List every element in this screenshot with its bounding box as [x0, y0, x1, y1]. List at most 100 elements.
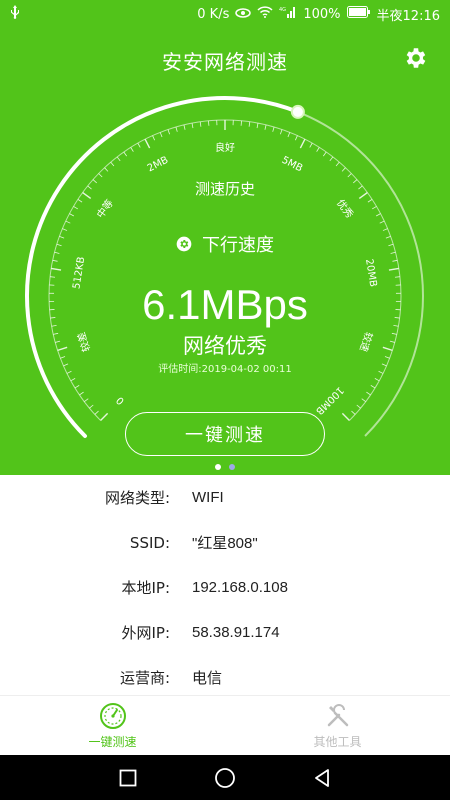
info-row-ssid: SSID: "红星808"	[0, 520, 450, 565]
gauge-tick	[50, 276, 56, 278]
gauge-knob	[290, 104, 305, 119]
page-indicator	[0, 464, 450, 470]
gauge-tick	[175, 126, 178, 132]
page-dot-active	[215, 464, 221, 470]
gauge-scale-label: 良好	[215, 141, 235, 154]
gauge-scale-label: 2MB	[146, 155, 171, 175]
info-row-public-ip: 外网IP: 58.38.91.174	[0, 610, 450, 655]
info-label: 本地IP:	[121, 579, 170, 597]
gauge-tick	[84, 398, 89, 402]
gauge-tick	[367, 199, 373, 203]
gauge-tick	[79, 391, 84, 396]
gauge-tick	[322, 151, 327, 157]
gauge-tick	[370, 385, 376, 389]
gauge-tick	[335, 161, 340, 167]
gauge-tick	[375, 213, 381, 217]
info-label: 网络类型:	[104, 489, 170, 507]
gauge-tick	[52, 259, 58, 262]
net-speed: 0 K/s	[197, 6, 230, 22]
gauge-tick	[104, 167, 109, 172]
gauge-tick	[299, 138, 306, 149]
info-row-network-type: 网络类型: WIFI	[0, 475, 450, 520]
triangle-back-icon	[314, 768, 329, 787]
gauge-tick	[371, 206, 377, 210]
gauge-scale-label: 优秀	[334, 197, 356, 221]
info-row-local-ip: 本地IP: 192.168.0.108	[0, 565, 450, 610]
gauge-tick	[167, 129, 170, 135]
tab-label: 其他工具	[313, 735, 362, 749]
bottom-tab-bar: 一键测速 其他工具	[0, 695, 450, 755]
wifi-icon	[257, 6, 273, 22]
gauge-inner-ring	[48, 119, 402, 421]
back-button[interactable]	[302, 758, 342, 798]
gauge-tick	[316, 147, 320, 152]
info-label: 运营商:	[119, 669, 170, 687]
gear-icon	[176, 236, 192, 252]
gauge-tick	[77, 199, 83, 203]
gauge-tick	[51, 267, 62, 271]
info-label: SSID:	[129, 533, 170, 552]
system-nav-bar	[0, 755, 450, 800]
gauge-tick	[137, 142, 141, 148]
gauge-tick	[295, 135, 298, 141]
gauge-tick	[191, 123, 194, 129]
gauge-tick	[183, 124, 186, 130]
info-value: 电信	[192, 670, 223, 687]
gauge-tick	[69, 213, 75, 217]
gauge-tick	[309, 142, 313, 148]
info-value: 58.38.91.174	[192, 624, 280, 641]
svg-text:4G: 4G	[279, 7, 286, 13]
speedometer-icon	[99, 703, 126, 729]
page-dot	[229, 464, 235, 470]
battery-percent: 100%	[303, 6, 341, 22]
gauge-progress	[25, 96, 300, 439]
gauge-tick	[356, 404, 361, 409]
info-label: 外网IP:	[121, 624, 170, 642]
gauge-tick	[89, 404, 94, 409]
gauge-tick	[272, 126, 275, 132]
gauge-tick	[374, 378, 380, 382]
tab-other-tools[interactable]: 其他工具	[225, 696, 450, 755]
gauge-tick	[199, 121, 202, 127]
gauge-tick	[74, 385, 80, 389]
speed-value: 6.1MBps	[142, 281, 308, 328]
usb-icon	[10, 5, 20, 23]
info-value: "红星808"	[192, 535, 258, 552]
gauge-tick	[98, 173, 103, 178]
tab-speed-test[interactable]: 一键测速	[0, 696, 225, 755]
gauge-tick	[379, 220, 385, 224]
home-button[interactable]	[205, 758, 245, 798]
gauge-tick	[366, 391, 371, 396]
gauge-scale-label: 100MB	[313, 384, 345, 416]
gauge-tick	[94, 410, 99, 415]
direction-row: 下行速度	[0, 231, 450, 257]
gauge-scale-label: 中等	[94, 197, 116, 221]
tab-label: 一键测速	[88, 735, 137, 749]
network-info-list: 网络类型: WIFI SSID: "红星808" 本地IP: 192.168.0…	[0, 475, 450, 700]
gauge-tick	[123, 151, 128, 157]
gauge-tick	[287, 132, 291, 138]
gauge-tick	[341, 412, 350, 421]
gauge-tick	[347, 173, 352, 178]
info-row-carrier: 运营商: 电信	[0, 655, 450, 700]
direction-label: 下行速度	[202, 235, 274, 256]
one-click-test-button[interactable]: 一键测速	[125, 412, 325, 456]
speed-panel: 安安网络测速 0 较差 512KB 中等 2MB 良好 5MB 优秀 20MB 较速 100MB 测…	[0, 28, 450, 475]
recent-apps-button[interactable]	[108, 758, 148, 798]
eval-time: 评估时间:2019-04-02 00:11	[158, 364, 292, 375]
gauge-tick	[70, 378, 76, 382]
speed-rating: 网络优秀	[183, 334, 267, 358]
gauge-tick	[264, 124, 267, 130]
gauge-tick	[351, 410, 356, 415]
gauge-tick	[110, 161, 115, 167]
status-bar: 0 K/s 4G 100% 半夜12:16	[0, 0, 450, 28]
battery-icon	[346, 6, 371, 22]
gauge-tick	[100, 412, 109, 421]
square-icon	[119, 769, 137, 786]
cell-signal-icon: 4G	[279, 6, 297, 22]
info-value: 192.168.0.108	[192, 579, 288, 596]
gauge-tick	[388, 267, 399, 271]
tools-icon	[327, 704, 348, 727]
history-link[interactable]: 测速历史	[0, 178, 450, 199]
eye-icon	[235, 7, 252, 22]
